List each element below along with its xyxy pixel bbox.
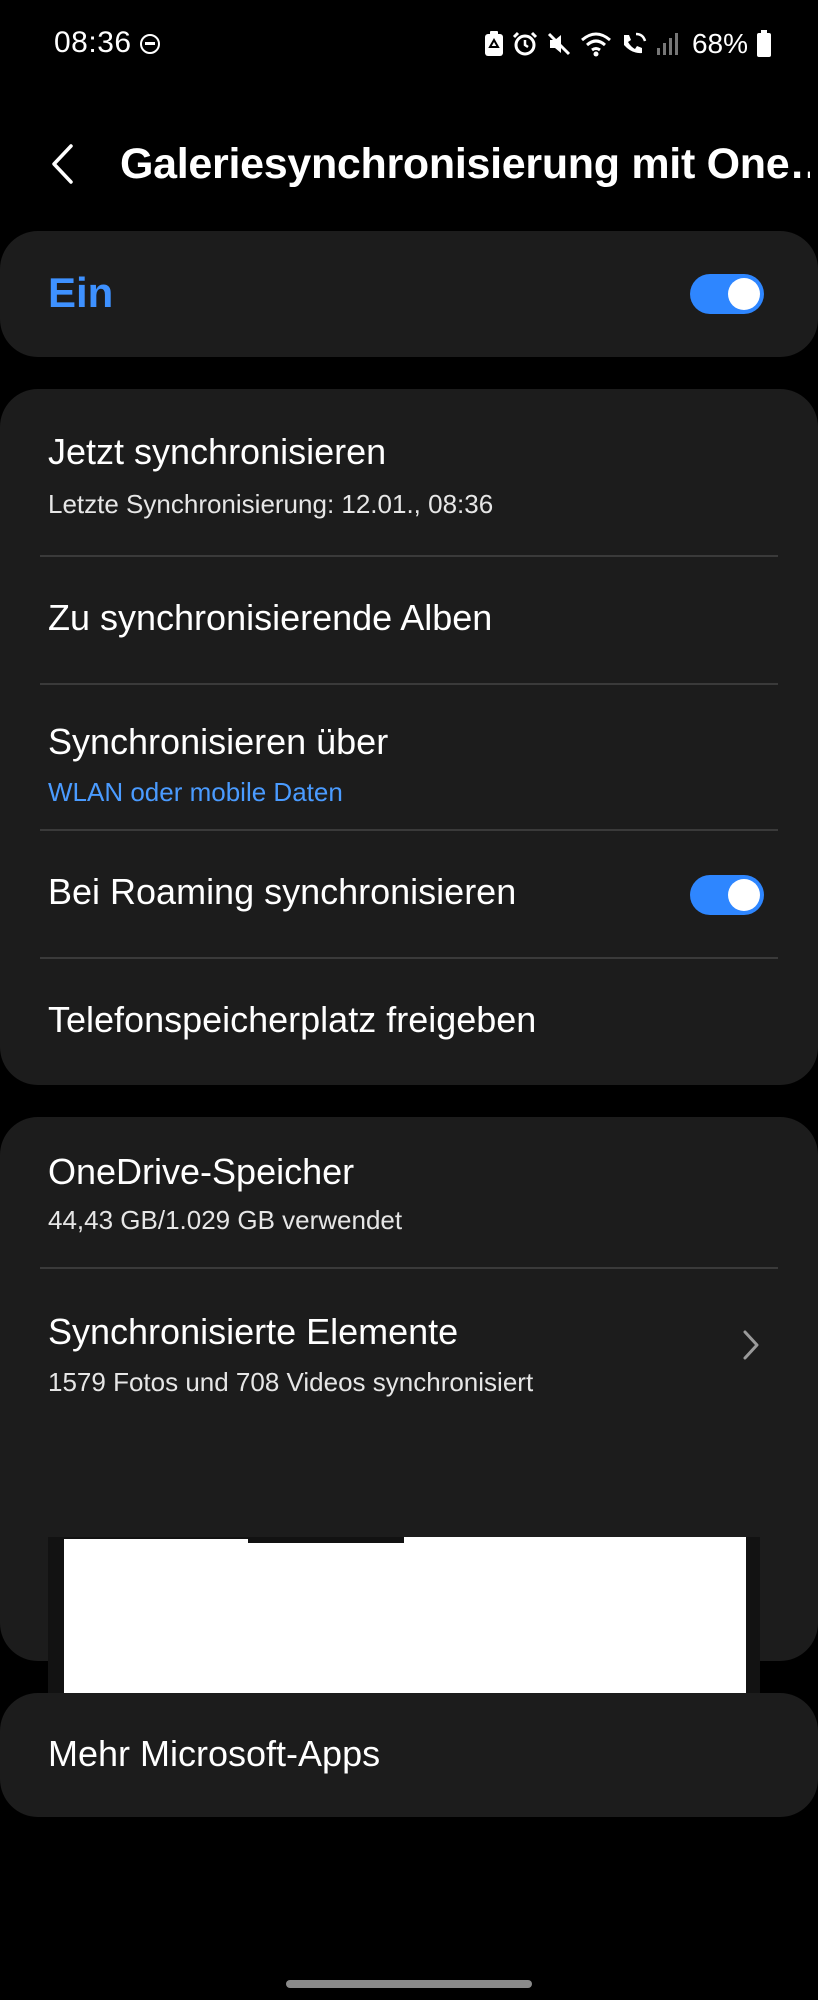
redacted-thumbnail (404, 1537, 570, 1715)
wifi-calling-icon (623, 32, 647, 54)
redacted-thumbnail (64, 1539, 248, 1715)
synced-items-row[interactable]: Synchronisierte Elemente 1579 Fotos und … (0, 1269, 818, 1727)
roaming-sync-title: Bei Roaming synchronisieren (48, 871, 517, 912)
switch-knob (728, 278, 760, 310)
app-header: Galeriesynchronisierung mit One… (0, 120, 818, 210)
wifi-icon (580, 32, 611, 57)
main-toggle-label: Ein (48, 269, 114, 316)
free-storage-title: Telefonspeicherplatz freigeben (48, 999, 537, 1040)
sync-via-title: Synchronisieren über (48, 721, 389, 762)
status-bar: 08:36 68% (0, 0, 818, 90)
onedrive-card: OneDrive-Speicher 44,43 GB/1.029 GB verw… (0, 1117, 818, 1727)
signal-icon (656, 33, 678, 55)
chevron-left-icon (52, 144, 73, 184)
onedrive-storage-row[interactable]: OneDrive-Speicher 44,43 GB/1.029 GB verw… (0, 1117, 818, 1267)
page-title: Galeriesynchronisierung mit One… (120, 140, 810, 188)
synced-items-title: Synchronisierte Elemente (48, 1311, 459, 1352)
main-sync-switch[interactable] (690, 274, 764, 314)
onedrive-storage-usage: 44,43 GB/1.029 GB verwendet (48, 1205, 403, 1235)
recycle-notification-icon (484, 31, 503, 56)
last-sync-text: Letzte Synchronisierung: 12.01., 08:36 (48, 489, 494, 519)
roaming-sync-row[interactable]: Bei Roaming synchronisieren (0, 831, 818, 957)
roaming-sync-switch[interactable] (690, 875, 764, 915)
synced-items-count: 1579 Fotos und 708 Videos synchronisiert (48, 1367, 534, 1397)
sync-now-row[interactable]: Jetzt synchronisieren Letzte Synchronisi… (0, 389, 818, 555)
do-not-disturb-icon (140, 34, 160, 54)
sync-via-row[interactable]: Synchronisieren über WLAN oder mobile Da… (0, 685, 818, 829)
main-toggle-card[interactable]: Ein (0, 231, 818, 357)
more-microsoft-apps-title: Mehr Microsoft-Apps (48, 1733, 381, 1774)
albums-to-sync-row[interactable]: Zu synchronisierende Alben (0, 557, 818, 683)
onedrive-storage-title: OneDrive-Speicher (48, 1151, 355, 1192)
battery-icon (757, 30, 771, 57)
back-button[interactable] (36, 132, 88, 196)
sync-settings-card: Jetzt synchronisieren Letzte Synchronisi… (0, 389, 818, 1085)
home-indicator[interactable] (286, 1980, 532, 1988)
sync-via-value: WLAN oder mobile Daten (48, 777, 343, 807)
albums-to-sync-title: Zu synchronisierende Alben (48, 597, 493, 638)
alarm-icon (512, 31, 538, 56)
battery-percent: 68% (691, 28, 748, 59)
switch-knob (728, 879, 760, 911)
mute-icon (547, 32, 571, 56)
more-microsoft-apps-card[interactable]: Mehr Microsoft-Apps (0, 1693, 818, 1817)
free-storage-row[interactable]: Telefonspeicherplatz freigeben (0, 959, 818, 1085)
redacted-thumbnail (562, 1537, 746, 1707)
chevron-right-icon (743, 1330, 759, 1360)
status-icons: 68% (484, 24, 772, 64)
status-time: 08:36 (54, 26, 132, 59)
sync-now-title: Jetzt synchronisieren (48, 431, 387, 472)
